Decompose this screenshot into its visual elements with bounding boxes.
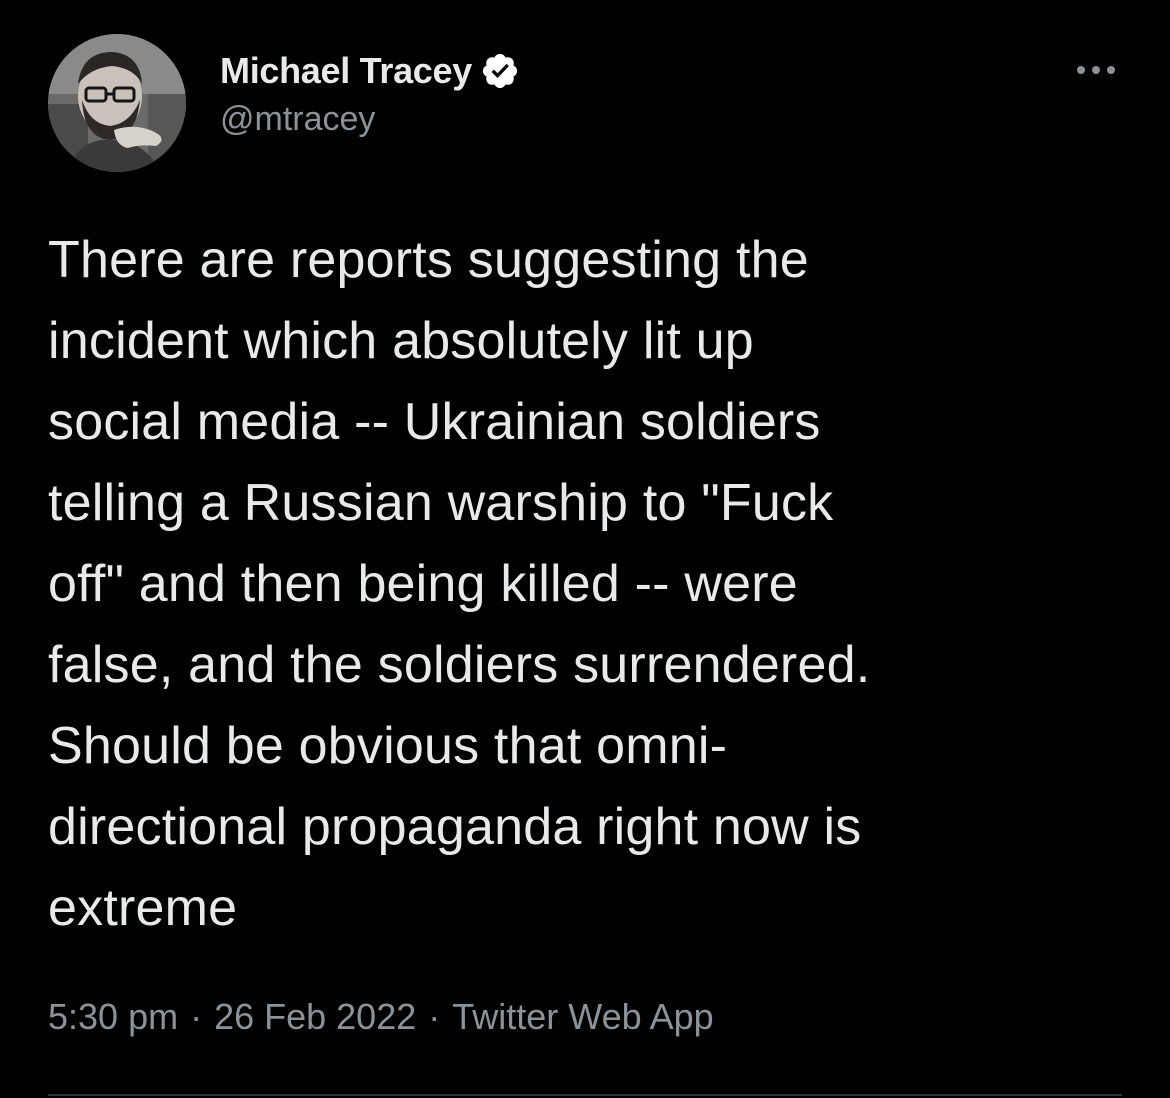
more-horizontal-icon[interactable] (1074, 60, 1118, 80)
meta-separator: · (190, 996, 203, 1037)
avatar[interactable] (48, 34, 186, 172)
tweet-container: Michael Tracey @mtracey There are report… (0, 0, 1170, 1098)
tweet-meta: 5:30 pm · 26 Feb 2022 · Twitter Web App (48, 996, 714, 1038)
author-info: Michael Tracey @mtracey (220, 48, 520, 139)
meta-separator: · (428, 996, 441, 1037)
tweet-time[interactable]: 5:30 pm (48, 996, 178, 1037)
tweet-source[interactable]: Twitter Web App (452, 996, 713, 1037)
avatar-photo (48, 34, 186, 172)
display-name[interactable]: Michael Tracey (220, 50, 472, 92)
handle[interactable]: @mtracey (220, 100, 520, 139)
name-row: Michael Tracey (220, 48, 520, 94)
tweet-date[interactable]: 26 Feb 2022 (214, 996, 416, 1037)
tweet-text: There are reports suggesting the inciden… (48, 231, 871, 937)
divider (48, 1094, 1122, 1096)
verified-badge-icon (480, 51, 520, 91)
